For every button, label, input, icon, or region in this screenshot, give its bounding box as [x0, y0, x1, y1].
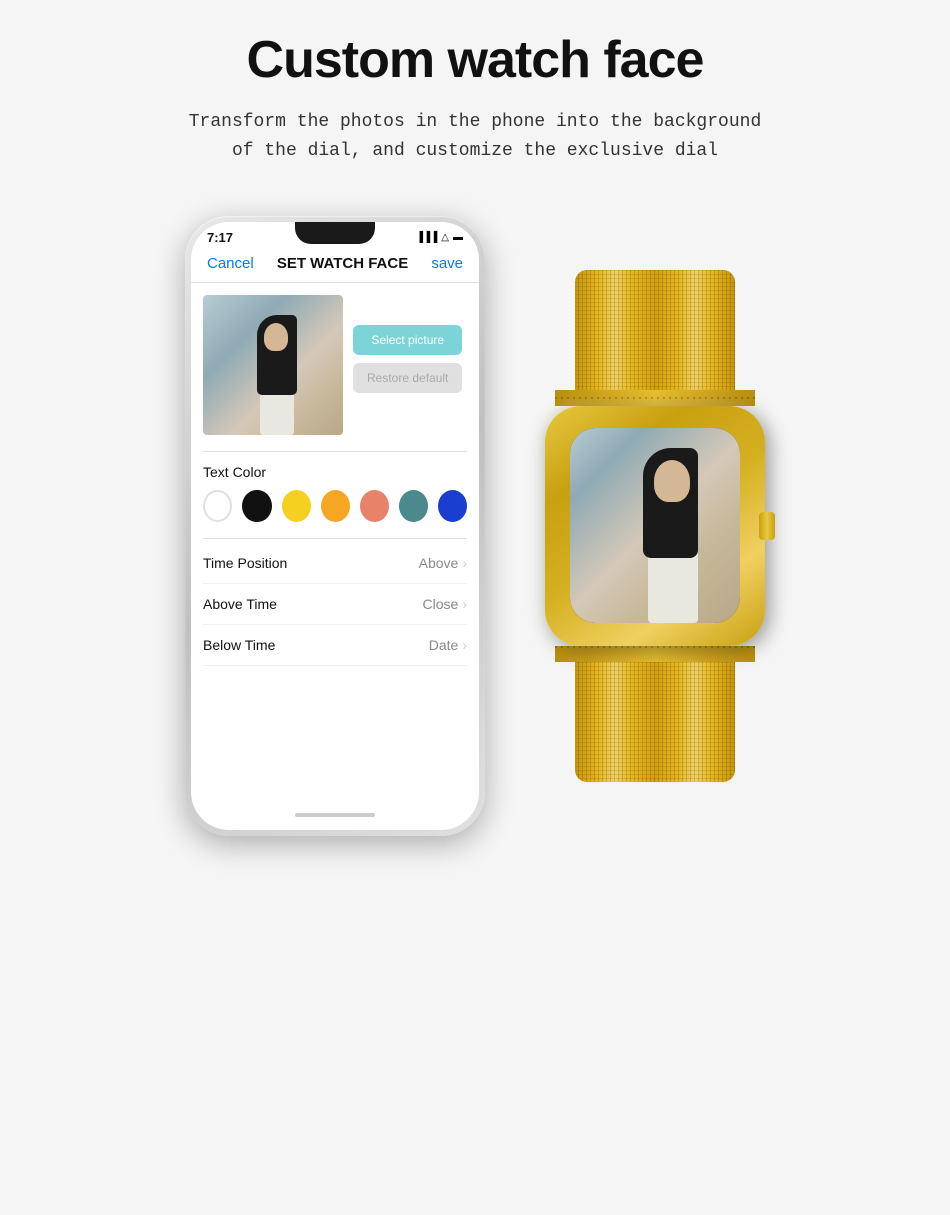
select-picture-button[interactable]: Select picture: [353, 325, 462, 355]
watch-mockup: [545, 270, 765, 782]
color-black[interactable]: [242, 490, 271, 522]
watch-figure: [638, 448, 708, 623]
band-mesh-bottom: [575, 662, 735, 782]
below-time-row[interactable]: Below Time Date ›: [203, 625, 467, 666]
wifi-icon: △: [441, 232, 449, 243]
watch-band-top: [575, 270, 735, 390]
color-peach[interactable]: [360, 490, 389, 522]
text-color-label: Text Color: [203, 464, 467, 480]
action-buttons: Select picture Restore default: [353, 295, 462, 393]
watch-body: [545, 406, 765, 646]
watch-screen: [570, 428, 740, 623]
phone-notch: [295, 222, 375, 244]
divider-2: [203, 538, 467, 539]
connector-lines-bottom: [555, 646, 755, 648]
time-position-value: Above ›: [419, 555, 467, 571]
phone-time: 7:17: [207, 230, 233, 245]
time-position-row[interactable]: Time Position Above ›: [203, 543, 467, 584]
chevron-icon-2: ›: [462, 596, 467, 612]
color-blue[interactable]: [438, 490, 467, 522]
phone-screen: 7:17 ▐▐▐ △ ▬ Cancel SET WATCH FACE save: [191, 222, 479, 830]
color-yellow[interactable]: [282, 490, 311, 522]
status-icons: ▐▐▐ △ ▬: [416, 232, 463, 243]
content-row: 7:17 ▐▐▐ △ ▬ Cancel SET WATCH FACE save: [20, 216, 930, 836]
watch-crown: [759, 512, 775, 540]
page-title: Custom watch face: [247, 30, 704, 90]
above-time-row[interactable]: Above Time Close ›: [203, 584, 467, 625]
time-position-text: Above: [419, 555, 459, 571]
chevron-icon-3: ›: [462, 637, 467, 653]
save-button[interactable]: save: [431, 255, 463, 272]
time-position-label: Time Position: [203, 555, 287, 571]
connector-bottom: [555, 646, 755, 662]
watch-band-bottom: [575, 662, 735, 782]
above-time-value: Close ›: [423, 596, 467, 612]
cancel-button[interactable]: Cancel: [207, 255, 254, 272]
app-header: Cancel SET WATCH FACE save: [191, 249, 479, 283]
watch-display-photo: [570, 428, 740, 623]
below-time-label: Below Time: [203, 637, 275, 653]
connector-lines-top: [555, 397, 755, 399]
app-content: Select picture Restore default Text Colo…: [191, 283, 479, 806]
color-picker: [203, 490, 467, 522]
above-time-label: Above Time: [203, 596, 277, 612]
battery-icon: ▬: [453, 232, 463, 243]
page-subtitle: Transform the photos in the phone into t…: [189, 108, 762, 166]
below-time-text: Date: [429, 637, 459, 653]
screen-title: SET WATCH FACE: [277, 255, 408, 272]
band-mesh-top: [575, 270, 735, 390]
divider-1: [203, 451, 467, 452]
chevron-icon: ›: [462, 555, 467, 571]
phone-mockup: 7:17 ▐▐▐ △ ▬ Cancel SET WATCH FACE save: [185, 216, 485, 836]
color-orange[interactable]: [321, 490, 350, 522]
above-time-text: Close: [423, 596, 459, 612]
watch-face-preview: [203, 295, 343, 435]
color-teal[interactable]: [399, 490, 428, 522]
connector-top: [555, 390, 755, 406]
image-row: Select picture Restore default: [203, 295, 467, 435]
photo-figure: [252, 315, 302, 435]
color-white[interactable]: [203, 490, 232, 522]
head-shape: [264, 323, 288, 351]
signal-icon: ▐▐▐: [416, 232, 437, 243]
restore-default-button[interactable]: Restore default: [353, 363, 462, 393]
home-bar: [295, 813, 375, 817]
watch-head: [654, 460, 690, 502]
below-time-value: Date ›: [429, 637, 467, 653]
